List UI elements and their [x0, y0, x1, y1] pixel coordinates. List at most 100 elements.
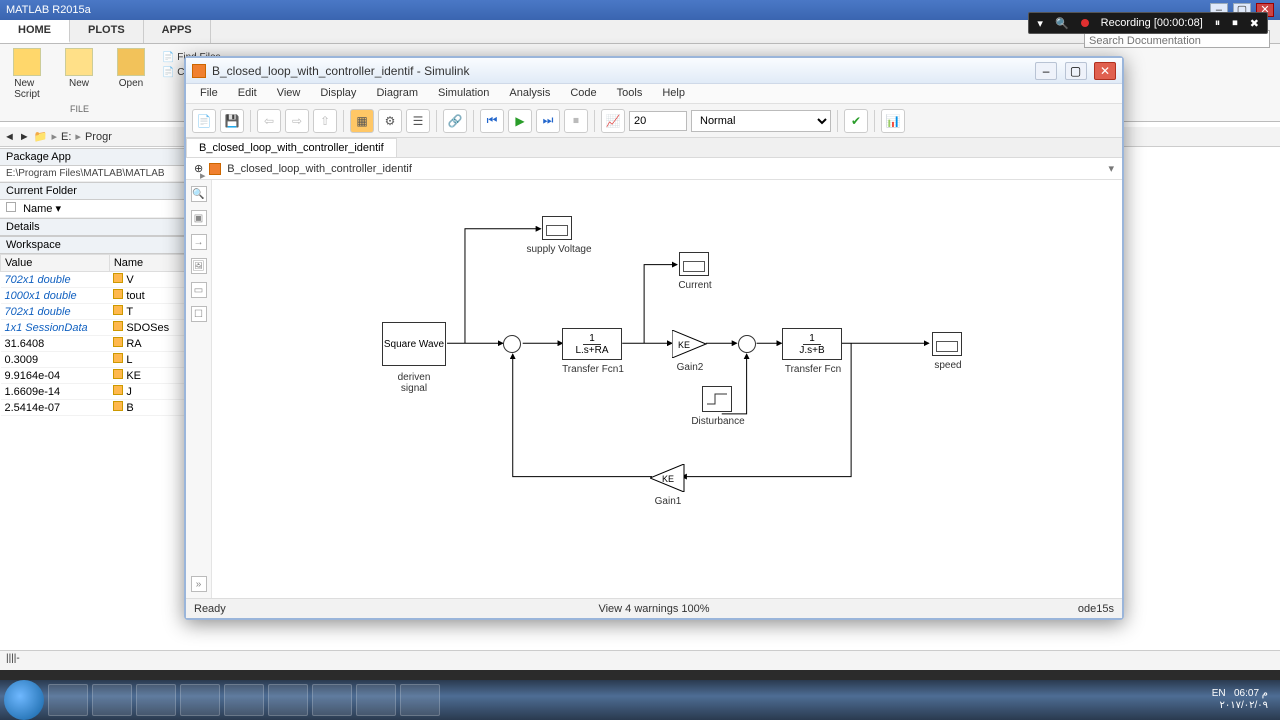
- menu-edit[interactable]: Edit: [228, 84, 267, 103]
- status-warnings[interactable]: View 4 warnings 100%: [598, 603, 709, 615]
- model-explorer-button[interactable]: ☰: [406, 109, 430, 133]
- run-button[interactable]: ▶: [508, 109, 532, 133]
- simulink-breadcrumb[interactable]: ⊕ B_closed_loop_with_controller_identif …: [186, 158, 1122, 180]
- up-button[interactable]: ⇧: [313, 109, 337, 133]
- recording-bar[interactable]: ▾ 🔍 Recording [00:00:08] ⏸ ⏹ ✖: [1028, 12, 1268, 34]
- new-model-button[interactable]: 📄: [192, 109, 216, 133]
- taskbar-app-rec2[interactable]: [356, 684, 396, 716]
- ws-col-name[interactable]: Name: [109, 255, 185, 272]
- ws-row: 1.6609e-14J: [1, 384, 186, 400]
- start-button[interactable]: [4, 680, 44, 720]
- forward-button[interactable]: ⇨: [285, 109, 309, 133]
- simulink-titlebar[interactable]: B_closed_loop_with_controller_identif - …: [186, 58, 1122, 84]
- workspace-table[interactable]: Value Name 702x1 doubleV 1000x1 doubleto…: [0, 254, 186, 416]
- menu-file[interactable]: File: [190, 84, 228, 103]
- rec-zoom-icon[interactable]: 🔍: [1055, 17, 1069, 30]
- nav-back-icon[interactable]: ◄: [4, 131, 15, 143]
- menu-code[interactable]: Code: [560, 84, 606, 103]
- simulink-statusbar: Ready View 4 warnings 100% ode15s: [186, 598, 1122, 618]
- step-forward-button[interactable]: ⏭: [536, 109, 560, 133]
- simulink-icon: [192, 64, 206, 78]
- rec-stop-icon[interactable]: ⏹: [1232, 17, 1238, 30]
- new-script-button[interactable]: New Script: [6, 48, 48, 117]
- block-gain2[interactable]: KE: [672, 330, 708, 358]
- taskbar-app-explorer[interactable]: [92, 684, 132, 716]
- block-disturbance[interactable]: [702, 386, 732, 412]
- palette-zoom-icon[interactable]: 🔍: [191, 186, 207, 202]
- menu-simulation[interactable]: Simulation: [428, 84, 499, 103]
- taskbar-app-matlab2[interactable]: [400, 684, 440, 716]
- advisor-button[interactable]: 📊: [881, 109, 905, 133]
- save-model-button[interactable]: 💾: [220, 109, 244, 133]
- taskbar-app-media[interactable]: [136, 684, 176, 716]
- simulink-tabs: B_closed_loop_with_controller_identif: [186, 138, 1122, 158]
- workspace-hdr[interactable]: Workspace: [0, 236, 186, 254]
- details-hdr[interactable]: Details: [0, 218, 186, 236]
- palette-more-icon[interactable]: »: [191, 576, 207, 592]
- package-app-hdr[interactable]: Package App: [0, 148, 186, 166]
- block-transfer-fcn[interactable]: 1 J.s+B: [782, 328, 842, 360]
- block-current-scope[interactable]: [679, 252, 709, 276]
- taskbar-app-moviemaker[interactable]: [224, 684, 264, 716]
- menu-display[interactable]: Display: [310, 84, 366, 103]
- left-panels: Package App E:\Program Files\MATLAB\MATL…: [0, 148, 186, 648]
- model-tab[interactable]: B_closed_loop_with_controller_identif: [186, 138, 397, 157]
- back-button[interactable]: ⇦: [257, 109, 281, 133]
- block-supply-voltage-scope[interactable]: [542, 216, 572, 240]
- menu-diagram[interactable]: Diagram: [366, 84, 428, 103]
- taskbar-app-rec1[interactable]: [268, 684, 308, 716]
- build-button[interactable]: ✔: [844, 109, 868, 133]
- block-speed-scope[interactable]: [932, 332, 962, 356]
- folder-icon[interactable]: 📁: [34, 130, 48, 143]
- simulink-canvas[interactable]: Square Wave deriven signal 1 L.s+RA Tran…: [212, 180, 1122, 598]
- menu-tools[interactable]: Tools: [607, 84, 653, 103]
- step-back-button[interactable]: ⏮: [480, 109, 504, 133]
- taskbar-app-matlab1[interactable]: [312, 684, 352, 716]
- model-config-button[interactable]: ⚙: [378, 109, 402, 133]
- taskbar-app-chrome[interactable]: [180, 684, 220, 716]
- block-sum2[interactable]: [738, 335, 756, 353]
- tab-plots[interactable]: PLOTS: [70, 20, 144, 43]
- rec-delete-icon[interactable]: ✖: [1250, 17, 1259, 30]
- rec-tool-icon[interactable]: ▾: [1037, 17, 1043, 30]
- palette-empty-icon[interactable]: ☐: [191, 306, 207, 322]
- tab-home[interactable]: HOME: [0, 20, 70, 43]
- ws-row: 9.9164e-04KE: [1, 368, 186, 384]
- block-transfer-fcn1[interactable]: 1 L.s+RA: [562, 328, 622, 360]
- palette-fit-icon[interactable]: ▣: [191, 210, 207, 226]
- ws-col-value[interactable]: Value: [1, 255, 110, 272]
- block-sum1[interactable]: [503, 335, 521, 353]
- status-solver: ode15s: [1078, 603, 1114, 615]
- rec-pause-icon[interactable]: ⏸: [1215, 17, 1221, 30]
- library-browser-button[interactable]: ▦: [350, 109, 374, 133]
- menu-view[interactable]: View: [267, 84, 311, 103]
- block-gain1[interactable]: KE: [650, 464, 686, 492]
- tab-apps[interactable]: APPS: [144, 20, 211, 43]
- tray-lang[interactable]: EN: [1212, 688, 1226, 699]
- windows-taskbar[interactable]: EN 06:07 م ٢٠١٧/٠٢/٠٩: [0, 680, 1280, 720]
- system-tray[interactable]: EN 06:07 م ٢٠١٧/٠٢/٠٩: [1204, 688, 1276, 712]
- menu-help[interactable]: Help: [652, 84, 695, 103]
- link-button[interactable]: 🔗: [443, 109, 467, 133]
- nav-fwd-icon[interactable]: ►: [19, 131, 30, 143]
- current-folder-hdr[interactable]: Current Folder: [0, 182, 186, 200]
- sim-maximize-button[interactable]: ▢: [1065, 62, 1087, 80]
- record-button[interactable]: 📈: [601, 109, 625, 133]
- palette-rect-icon[interactable]: ▭: [191, 282, 207, 298]
- block-square-wave[interactable]: Square Wave: [382, 322, 446, 366]
- search-documentation-input[interactable]: [1085, 35, 1269, 47]
- ribbon-group-file: FILE: [70, 104, 89, 114]
- menu-analysis[interactable]: Analysis: [499, 84, 560, 103]
- breadcrumb-dropdown-icon[interactable]: ▾: [1108, 162, 1114, 175]
- taskbar-app-ie[interactable]: [48, 684, 88, 716]
- stop-sim-button[interactable]: ⏹: [564, 109, 588, 133]
- palette-arrow-icon[interactable]: →: [191, 234, 207, 250]
- current-folder-namecol[interactable]: Name ▾: [0, 200, 186, 218]
- palette-image-icon[interactable]: 🖼: [191, 258, 207, 274]
- sim-minimize-button[interactable]: –: [1035, 62, 1057, 80]
- stop-time-input[interactable]: [629, 111, 687, 131]
- sim-close-button[interactable]: ✕: [1094, 62, 1116, 80]
- simulation-mode-select[interactable]: Normal: [691, 110, 831, 132]
- open-button[interactable]: Open: [110, 48, 152, 117]
- matlab-statusbar: ||||-: [0, 650, 1280, 670]
